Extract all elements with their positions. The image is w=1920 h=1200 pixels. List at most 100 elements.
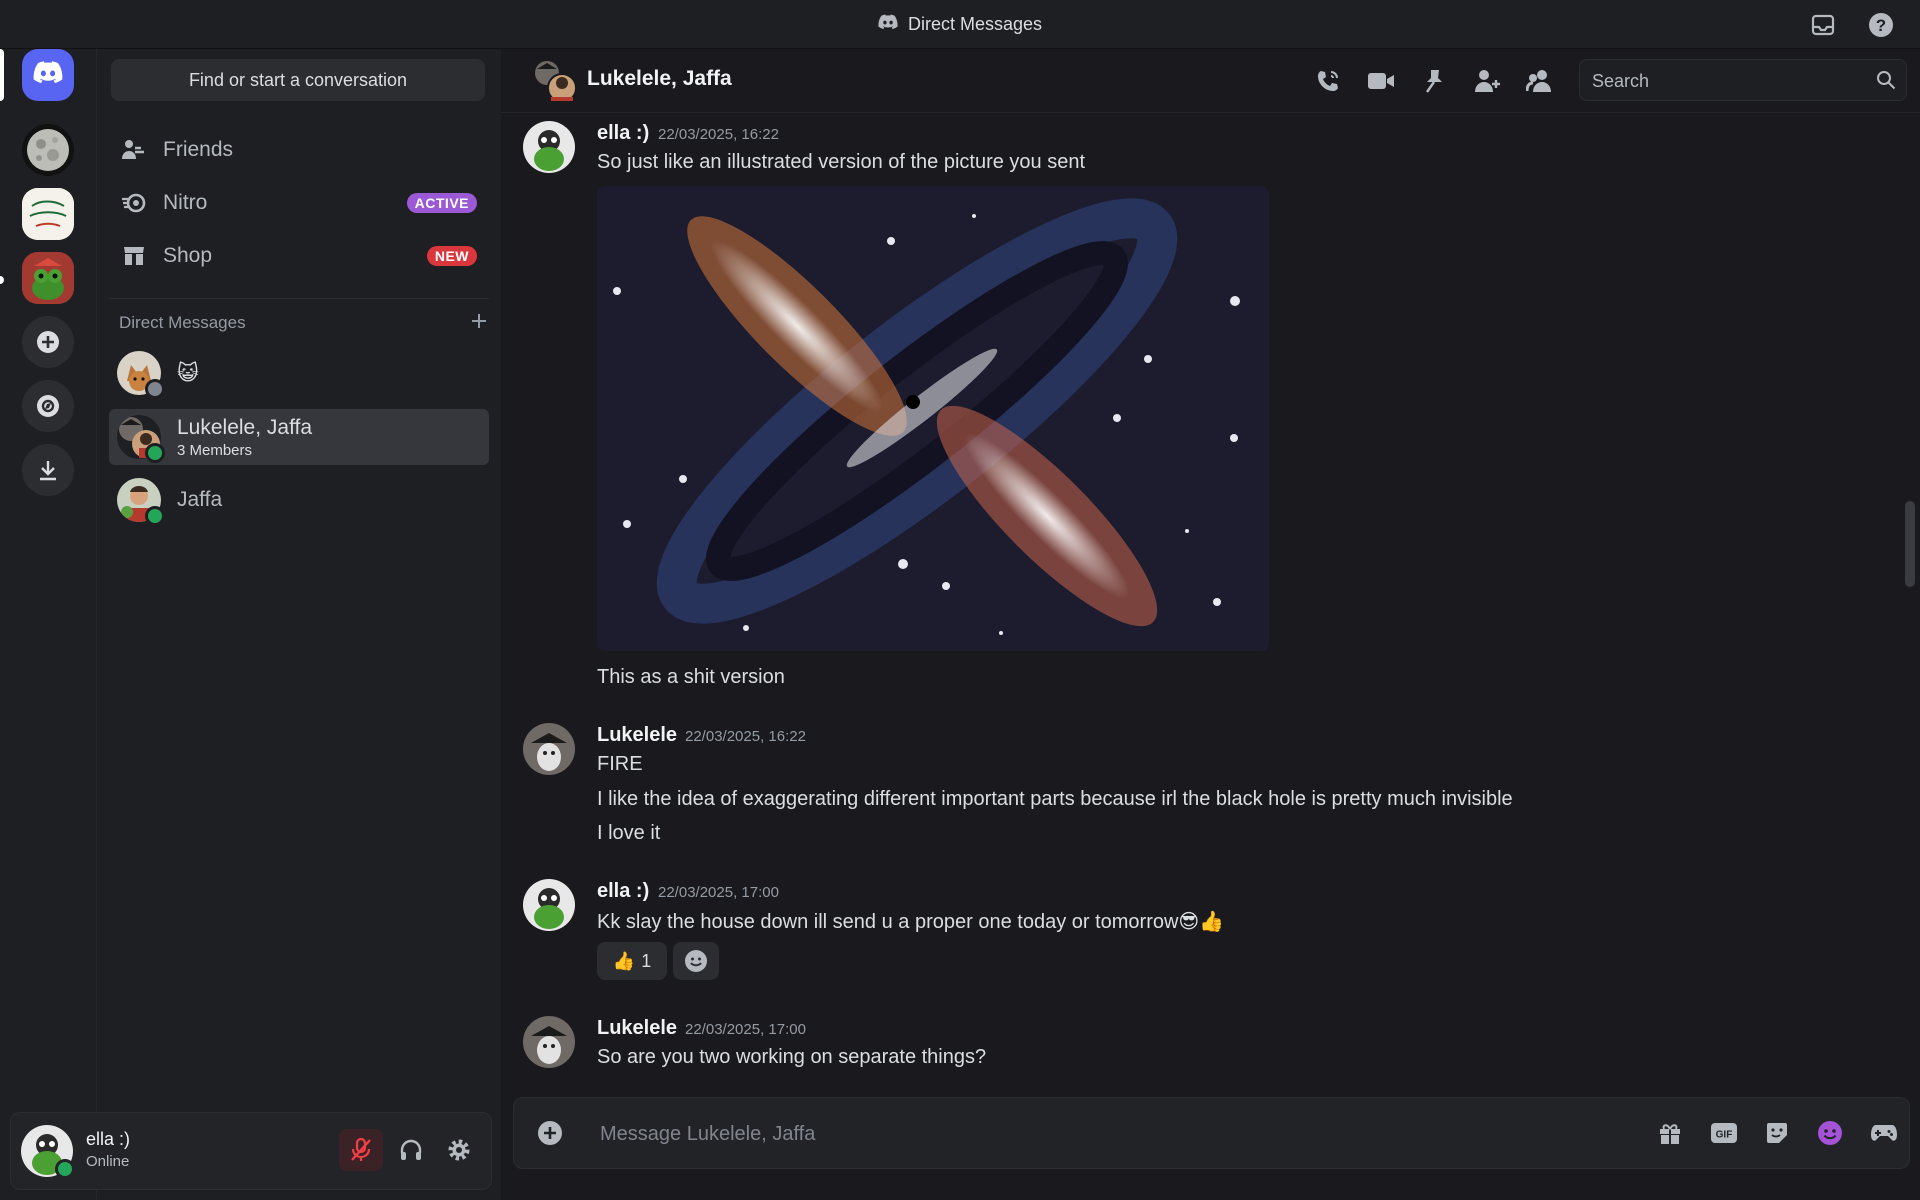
mute-button[interactable] <box>339 1129 383 1171</box>
message-text: So are you two working on separate thing… <box>597 1046 987 1068</box>
message-author[interactable]: ella :) <box>597 880 649 903</box>
create-dm-button[interactable] <box>471 313 487 334</box>
dm-item-group[interactable]: Lukelele, Jaffa 3 Members <box>109 409 489 465</box>
message-input[interactable] <box>598 1098 1502 1170</box>
start-call-button[interactable] <box>1314 67 1342 95</box>
message-avatar[interactable] <box>523 1016 575 1068</box>
online-status-icon <box>145 506 165 526</box>
message-timestamp: 22/03/2025, 17:00 <box>685 1021 806 1038</box>
gear-icon <box>448 1139 470 1161</box>
inbox-icon[interactable] <box>1810 12 1836 38</box>
add-server-button[interactable] <box>22 316 74 368</box>
headphones-icon <box>400 1139 422 1160</box>
active-indicator <box>0 49 4 101</box>
dm-name: Jaffa <box>177 488 223 511</box>
message-composer: GIF <box>513 1097 1910 1170</box>
user-name: ella :) <box>86 1129 131 1149</box>
message-author[interactable]: Lukelele <box>597 724 677 747</box>
search-icon <box>1876 70 1896 95</box>
nav-label: Nitro <box>163 191 208 214</box>
active-badge: ACTIVE <box>406 193 477 213</box>
message-author[interactable]: Lukelele <box>597 1017 677 1040</box>
server-free-palestine[interactable] <box>22 188 74 240</box>
pinned-messages-button[interactable] <box>1420 67 1448 95</box>
pin-icon <box>1426 70 1442 93</box>
emoji-button[interactable] <box>1816 1119 1844 1147</box>
reaction-thumbs-up[interactable]: 👍 1 <box>597 942 667 980</box>
add-user-icon <box>1475 70 1500 92</box>
home-button[interactable] <box>22 49 74 101</box>
attached-image[interactable] <box>597 186 1269 651</box>
sticker-icon <box>1767 1123 1787 1143</box>
message-text: This as a shit version <box>597 666 785 688</box>
dm-section-header: Direct Messages <box>119 311 487 335</box>
nav-label: Friends <box>163 138 234 161</box>
gift-button[interactable] <box>1656 1119 1684 1147</box>
video-camera-icon <box>1368 73 1394 89</box>
message-author[interactable]: ella :) <box>597 122 649 145</box>
gif-button[interactable]: GIF <box>1710 1119 1738 1147</box>
activities-button[interactable] <box>1870 1119 1898 1147</box>
message-avatar[interactable] <box>523 723 575 775</box>
find-conversation-button[interactable]: Find or start a conversation <box>111 59 485 101</box>
dm-name: Lukelele, Jaffa <box>177 415 313 439</box>
gift-icon <box>1660 1124 1680 1144</box>
server-rail <box>0 49 96 1200</box>
online-status-icon <box>145 443 165 463</box>
search-box[interactable] <box>1579 59 1907 102</box>
message-timestamp: 22/03/2025, 17:00 <box>658 884 779 901</box>
add-reaction-button[interactable] <box>673 942 719 980</box>
svg-text:?: ? <box>1876 16 1886 35</box>
add-friends-to-dm-button[interactable] <box>1473 67 1501 95</box>
user-status: Online <box>86 1153 130 1170</box>
svg-text:GIF: GIF <box>1716 1130 1733 1141</box>
avatar <box>117 478 165 526</box>
user-avatar[interactable] <box>21 1125 75 1179</box>
new-badge: NEW <box>426 246 477 266</box>
member-list-button[interactable] <box>1526 67 1554 95</box>
nav-label: Shop <box>163 244 213 267</box>
unread-indicator <box>0 276 4 284</box>
scrollbar-thumb[interactable] <box>1905 501 1915 587</box>
group-avatar <box>117 415 165 463</box>
offline-status-icon <box>145 379 165 399</box>
nitro-icon <box>119 188 149 218</box>
plus-icon <box>37 331 59 353</box>
download-icon <box>40 461 56 481</box>
download-apps-button[interactable] <box>22 444 74 496</box>
plus-circle-icon <box>538 1121 562 1145</box>
server-frog[interactable] <box>22 252 74 304</box>
nav-friends[interactable]: Friends <box>109 126 487 174</box>
black-hole-illustration-icon <box>597 186 1269 651</box>
message-text: FIRE <box>597 753 643 775</box>
message-text: I like the idea of exaggerating differen… <box>597 788 1513 810</box>
search-input[interactable] <box>1590 60 1874 102</box>
message-avatar[interactable] <box>523 121 575 173</box>
muted-mic-icon <box>351 1137 371 1161</box>
nav-nitro[interactable]: Nitro ACTIVE <box>109 179 487 227</box>
attach-button[interactable] <box>536 1119 564 1152</box>
dm-item-cat[interactable]: 😺 <box>109 345 489 401</box>
help-icon[interactable]: ? <box>1868 12 1894 38</box>
start-video-button[interactable] <box>1367 67 1395 95</box>
message-timestamp: 22/03/2025, 16:22 <box>685 728 806 745</box>
chat-area: Lukelele, Jaffa ella :) 22/03/2025, 16:2… <box>501 49 1920 1200</box>
frog-image-icon <box>22 252 74 304</box>
message-timestamp: 22/03/2025, 16:22 <box>658 126 779 143</box>
message-avatar[interactable] <box>523 879 575 931</box>
divider <box>109 298 489 299</box>
user-panel: ella :) Online <box>10 1112 492 1190</box>
chat-header: Lukelele, Jaffa <box>501 49 1920 113</box>
dm-member-count: 3 Members <box>177 441 253 459</box>
sticker-button[interactable] <box>1763 1119 1791 1147</box>
discover-button[interactable] <box>22 380 74 432</box>
deafen-button[interactable] <box>389 1129 433 1171</box>
dm-item-jaffa[interactable]: Jaffa <box>109 472 489 528</box>
reaction-emoji: 👍 <box>612 950 636 971</box>
game-controller-icon <box>1871 1125 1897 1141</box>
user-settings-button[interactable] <box>437 1129 481 1171</box>
members-icon <box>1526 70 1551 92</box>
server-moon[interactable] <box>22 124 74 176</box>
nav-shop[interactable]: Shop NEW <box>109 232 487 280</box>
server-logo-icon <box>22 188 74 240</box>
